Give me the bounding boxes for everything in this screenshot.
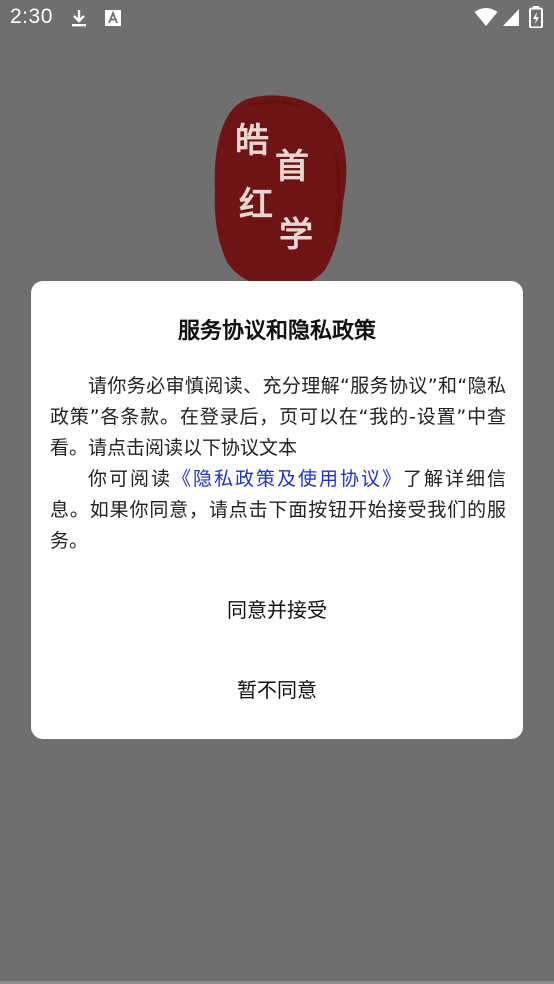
logo-char-1: 皓 (235, 121, 269, 161)
paragraph-2-prefix: 你可阅读 (88, 468, 172, 490)
notification-a-icon (105, 10, 121, 26)
signal-icon (503, 9, 519, 26)
accept-button[interactable]: 同意并接受 (31, 594, 523, 623)
dialog-paragraph-1: 请你务必审慎阅读、充分理解“服务协议”和“隐私政策”各条款。在登录后，页可以在“… (50, 375, 506, 459)
logo-char-2: 首 (275, 147, 309, 187)
status-time: 2:30 (10, 5, 53, 28)
logo-char-3: 红 (239, 185, 273, 225)
status-bar: 2:30 (0, 0, 554, 36)
battery-icon (529, 6, 543, 28)
logo-char-4: 学 (279, 215, 313, 255)
download-icon (72, 10, 86, 27)
dialog-body: 请你务必审慎阅读、充分理解“服务协议”和“隐私政策”各条款。在登录后，页可以在“… (50, 371, 506, 557)
decline-button[interactable]: 暂不同意 (31, 674, 523, 703)
privacy-policy-link[interactable]: 《隐私政策及使用协议》 (172, 468, 403, 490)
dialog-title: 服务协议和隐私政策 (177, 319, 376, 344)
app-logo: 皓 首 红 学 (205, 92, 355, 292)
dialog-paragraph-2: 你可阅读《隐私政策及使用协议》了解详细信息。如果你同意，请点击下面按钮开始接受我… (50, 464, 506, 557)
seal-shape (214, 95, 347, 289)
privacy-dialog: 服务协议和隐私政策 请你务必审慎阅读、充分理解“服务协议”和“隐私政策”各条款。… (31, 281, 523, 739)
wifi-icon (474, 8, 498, 26)
